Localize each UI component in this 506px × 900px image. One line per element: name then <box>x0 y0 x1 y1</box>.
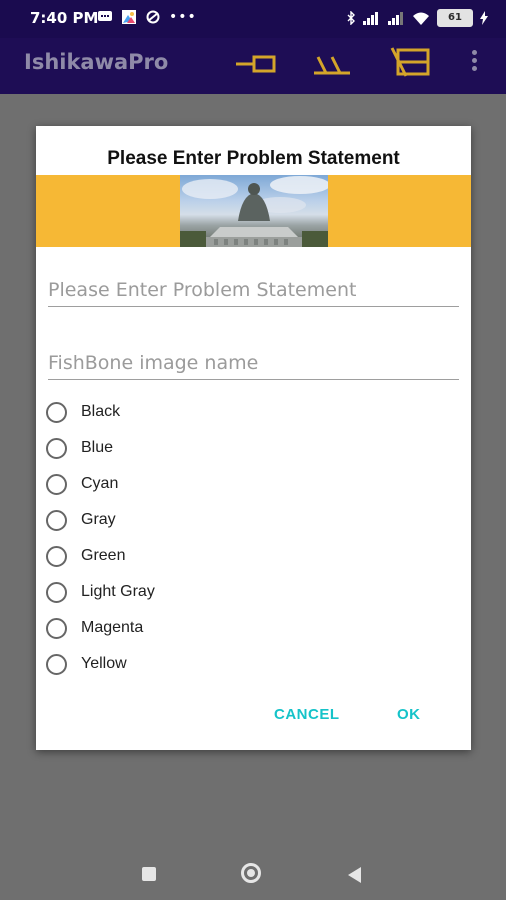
dialog-title: Please Enter Problem Statement <box>107 148 400 169</box>
radio-label: Gray <box>81 511 116 528</box>
radio-label: Green <box>81 547 126 564</box>
photos-icon <box>122 10 136 24</box>
back-icon[interactable] <box>348 867 361 883</box>
radio-label: Magenta <box>81 619 144 636</box>
radio-option-gray[interactable]: Gray <box>46 505 116 535</box>
overflow-menu-icon[interactable] <box>472 50 480 74</box>
radio-button[interactable] <box>46 581 67 603</box>
radio-label: Blue <box>81 439 114 456</box>
radio-button[interactable] <box>46 437 67 459</box>
buddha-statue-image <box>180 175 328 247</box>
ok-button[interactable]: OK <box>397 706 421 723</box>
dialog-banner <box>36 175 471 247</box>
radio-option-yellow[interactable]: Yellow <box>46 649 127 679</box>
fishbone-head-icon[interactable] <box>234 53 278 75</box>
system-icons: 61 <box>347 9 488 27</box>
notification-icons: ••• <box>97 9 197 25</box>
radio-option-light-gray[interactable]: Light Gray <box>46 577 155 607</box>
status-time: 7:40 PM <box>30 9 99 27</box>
radio-option-blue[interactable]: Blue <box>46 433 113 463</box>
radio-label: Black <box>81 403 121 420</box>
status-bar: 7:40 PM ••• 61 <box>0 0 506 38</box>
radio-label: Yellow <box>81 655 127 672</box>
signal-icon <box>388 11 403 25</box>
wifi-icon <box>413 12 429 25</box>
radio-option-green[interactable]: Green <box>46 541 125 571</box>
problem-statement-dialog: Please Enter Problem Statement Please En… <box>36 126 471 750</box>
radio-button[interactable] <box>46 401 67 423</box>
fishbone-image-name-input[interactable] <box>48 347 459 380</box>
signal-icon <box>363 11 378 25</box>
fishbone-full-icon[interactable] <box>390 46 432 78</box>
fishbone-bones-icon[interactable] <box>312 53 352 77</box>
message-icon <box>98 11 112 21</box>
radio-button[interactable] <box>46 473 67 495</box>
radio-option-cyan[interactable]: Cyan <box>46 469 118 499</box>
app-bar: IshikawaPro <box>0 38 506 94</box>
radio-label: Light Gray <box>81 583 155 600</box>
radio-label: Cyan <box>81 475 119 492</box>
app-title: IshikawaPro <box>24 50 169 74</box>
home-icon[interactable] <box>241 863 261 883</box>
charging-icon <box>480 11 488 25</box>
radio-option-black[interactable]: Black <box>46 397 120 427</box>
radio-button[interactable] <box>46 545 67 567</box>
sync-icon <box>146 10 160 24</box>
bluetooth-icon <box>347 11 355 25</box>
radio-button[interactable] <box>46 509 67 531</box>
more-dots-icon: ••• <box>169 9 197 25</box>
problem-statement-input[interactable] <box>48 274 459 307</box>
radio-button[interactable] <box>46 617 67 639</box>
recents-icon[interactable] <box>142 867 156 881</box>
cancel-button[interactable]: CANCEL <box>274 706 340 723</box>
radio-button[interactable] <box>46 653 67 675</box>
navigation-bar <box>0 848 506 900</box>
radio-option-magenta[interactable]: Magenta <box>46 613 143 643</box>
battery-icon: 61 <box>437 9 473 27</box>
